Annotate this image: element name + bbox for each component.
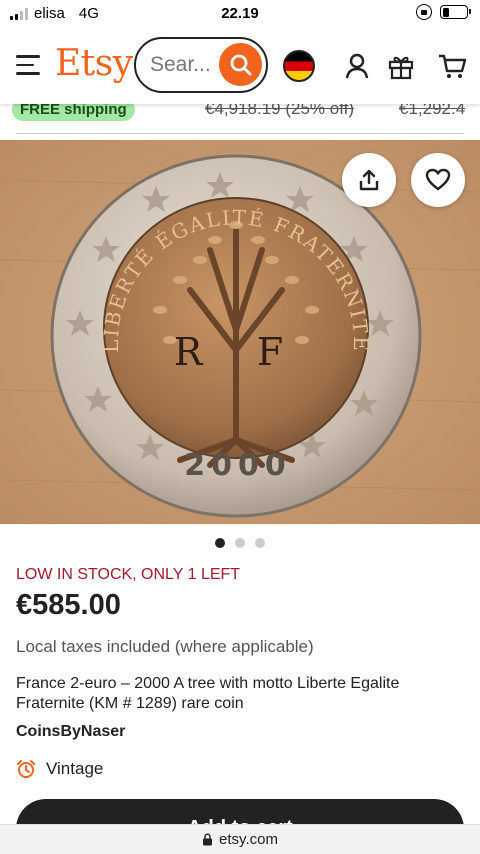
carousel-dots (0, 538, 480, 548)
cart-icon[interactable] (436, 50, 468, 82)
product-price: €585.00 (16, 589, 121, 621)
stock-notice: LOW IN STOCK, ONLY 1 LEFT (16, 566, 241, 583)
divider (16, 133, 464, 134)
product-title: France 2-euro – 2000 A tree with motto L… (16, 675, 400, 712)
favorite-button[interactable] (411, 153, 465, 207)
coin-year: 2000 (184, 448, 292, 483)
share-button[interactable] (342, 153, 396, 207)
vintage-label: Vintage (46, 759, 104, 778)
search-input[interactable] (150, 53, 226, 77)
coin-initial-r: R (174, 330, 204, 374)
carousel-dot[interactable] (255, 538, 265, 548)
url-text: etsy.com (219, 831, 278, 848)
search-button[interactable] (219, 43, 262, 86)
status-right (416, 4, 471, 20)
status-bar: elisa 4G 22.19 (0, 0, 480, 28)
tax-note: Local taxes included (where applicable) (16, 637, 314, 656)
carousel-dot[interactable] (215, 538, 225, 548)
battery-icon (440, 5, 471, 19)
coin-illustration: LIBERTÉ ÉGALITÉ FRATERNITÉ R F 2000 (0, 140, 480, 524)
shop-name-link[interactable]: CoinsByNaser (16, 723, 125, 741)
etsy-logo[interactable]: Etsy (55, 43, 133, 84)
alarm-clock-icon (17, 760, 35, 778)
search-box[interactable] (134, 37, 268, 93)
site-header: Etsy (0, 28, 480, 104)
coin-initial-f: F (257, 330, 283, 374)
clock: 22.19 (221, 5, 259, 22)
heart-icon (425, 168, 451, 191)
account-icon[interactable] (341, 50, 373, 82)
rotation-lock-icon (416, 4, 432, 20)
product-image[interactable]: LIBERTÉ ÉGALITÉ FRATERNITÉ R F 2000 (0, 140, 480, 524)
menu-icon[interactable] (16, 55, 40, 75)
browser-url-bar[interactable]: etsy.com (0, 824, 480, 854)
vintage-tag: Vintage (16, 759, 103, 779)
search-icon (230, 54, 251, 75)
lock-icon (203, 833, 213, 846)
share-icon (359, 169, 379, 191)
gift-icon[interactable] (385, 50, 417, 82)
carousel-dot[interactable] (235, 538, 245, 548)
germany-flag-icon[interactable] (283, 50, 315, 82)
